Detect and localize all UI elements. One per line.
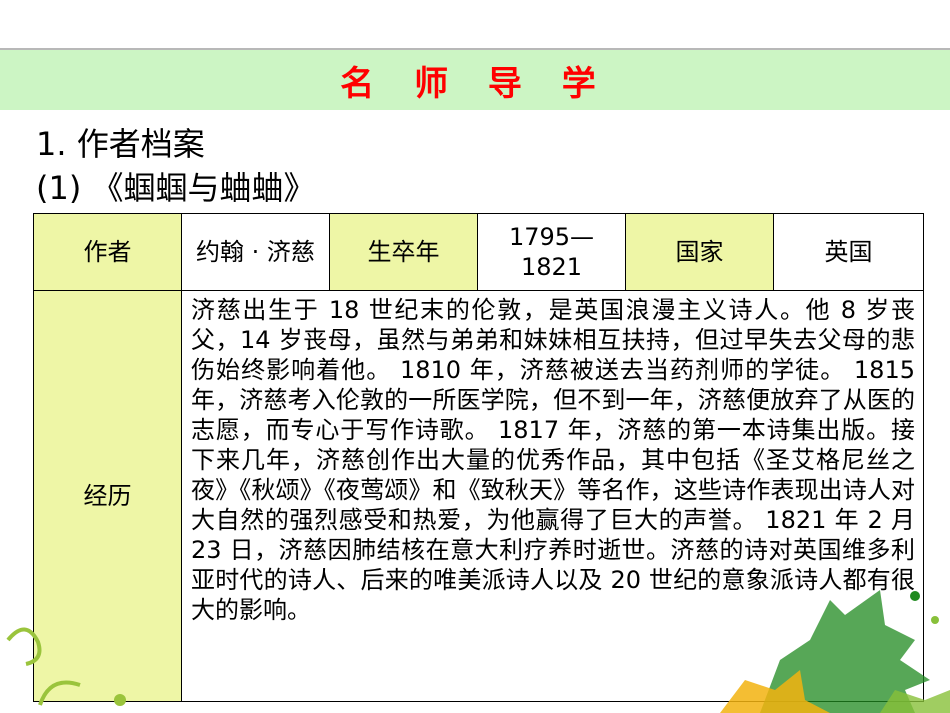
years-label-cell: 生卒年	[329, 213, 478, 291]
experience-text-cell: 济慈出生于 18 世纪末的伦敦，是英国浪漫主义诗人。他 8 岁丧父，14 岁丧母…	[181, 290, 924, 702]
subsection-heading: (1) 《蝈蝈与蛐蛐》	[36, 169, 316, 207]
table-row: 作者 约翰 · 济慈 生卒年 1795—1821 国家 英国	[33, 213, 924, 291]
author-label-cell: 作者	[33, 213, 182, 291]
author-profile-table: 作者 约翰 · 济慈 生卒年 1795—1821 国家 英国 经历 济慈出生于 …	[33, 213, 924, 702]
country-value-cell: 英国	[773, 213, 924, 291]
page-title: 名 师 导 学	[340, 63, 610, 104]
country-label-cell: 国家	[625, 213, 774, 291]
years-value-cell: 1795—1821	[477, 213, 626, 291]
author-value-cell: 约翰 · 济慈	[181, 213, 330, 291]
title-banner: 名 师 导 学	[0, 50, 950, 110]
table-row: 经历 济慈出生于 18 世纪末的伦敦，是英国浪漫主义诗人。他 8 岁丧父，14 …	[33, 290, 924, 702]
experience-label-cell: 经历	[33, 290, 182, 702]
section-heading: 1. 作者档案	[36, 125, 205, 163]
